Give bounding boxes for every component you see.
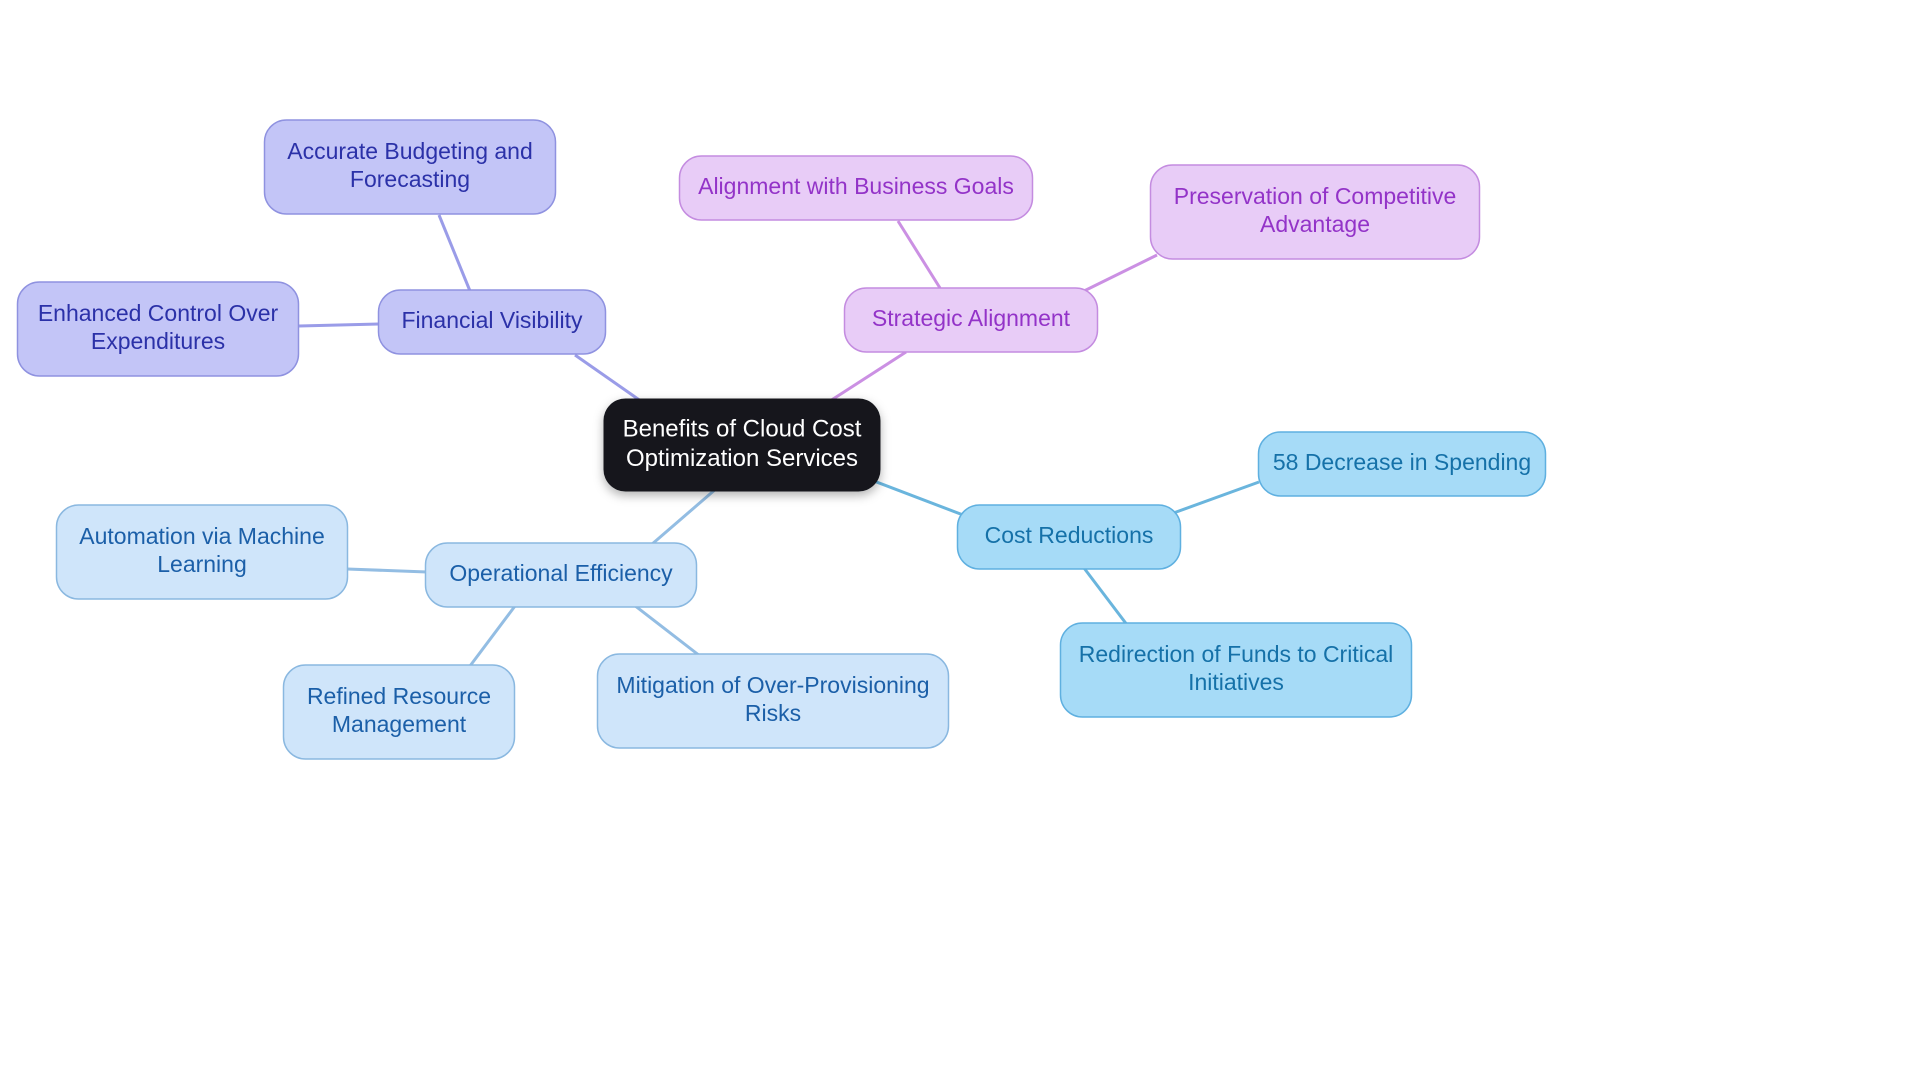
mindmap-node-root[interactable]: Benefits of Cloud CostOptimization Servi…: [603, 398, 881, 492]
mindmap-edge: [468, 605, 517, 667]
mindmap-node-operational-efficiency[interactable]: Operational Efficiency: [424, 542, 698, 608]
node-label-line: Redirection of Funds to Critical: [1079, 641, 1393, 667]
nodes-layer: Accurate Budgeting andForecasting Enhance…: [16, 119, 1547, 760]
node-label-line: Automation via Machine: [79, 523, 324, 549]
node-label-line: Enhanced Control Over: [38, 300, 279, 326]
mindmap-edge: [829, 350, 907, 403]
mindmap-node-mitigation-of-over-provisioning-risks[interactable]: Mitigation of Over-ProvisioningRisks: [596, 653, 950, 749]
mindmap-node-accurate-budgeting-and-forecasting[interactable]: Accurate Budgeting andForecasting: [263, 119, 557, 215]
node-label-line: Preservation of Competitive: [1174, 183, 1457, 209]
node-label-line: Benefits of Cloud Cost: [623, 416, 862, 443]
mindmap-node-alignment-with-business-goals[interactable]: Alignment with Business Goals: [678, 155, 1034, 221]
mindmap-edge: [865, 476, 972, 520]
mindmap-edge: [346, 567, 428, 574]
node-label-line: Operational Efficiency: [449, 560, 673, 586]
node-label-line: Management: [332, 711, 467, 737]
mindmap-node-financial-visibility[interactable]: Financial Visibility: [377, 289, 607, 355]
mindmap-edge: [896, 220, 942, 289]
node-label-line: Mitigation of Over-Provisioning: [616, 672, 929, 698]
mindmap-node-cost-reductions[interactable]: Cost Reductions: [956, 504, 1182, 570]
node-label-line: Alignment with Business Goals: [698, 173, 1014, 199]
mindmap-edge: [574, 353, 649, 408]
mindmap-node-refined-resource-management[interactable]: Refined ResourceManagement: [282, 664, 516, 760]
node-label-line: Advantage: [1260, 211, 1370, 237]
mindmap-edge: [437, 214, 472, 292]
node-label-line: Refined Resource: [307, 683, 491, 709]
node-label-line: Forecasting: [350, 166, 470, 192]
mindmap-node-redirection-of-funds-to-critical-initiatives[interactable]: Redirection of Funds to CriticalInitiati…: [1059, 622, 1413, 718]
node-label-line: Risks: [745, 700, 801, 726]
node-label-line: Optimization Services: [626, 445, 858, 472]
mindmap-edge: [1167, 480, 1260, 517]
mindmap-node-automation-via-machine-learning[interactable]: Automation via MachineLearning: [55, 504, 349, 600]
mindmap-edge: [1083, 253, 1158, 293]
mindmap-node-strategic-alignment[interactable]: Strategic Alignment: [843, 287, 1099, 353]
node-label-line: Cost Reductions: [985, 522, 1154, 548]
mindmap-edge: [650, 486, 718, 547]
node-label-line: Accurate Budgeting and: [287, 138, 533, 164]
mindmap-diagram: Accurate Budgeting and Forecasting Enhance…: [0, 0, 1920, 1083]
node-label-line: Expenditures: [91, 328, 225, 354]
node-label-line: Strategic Alignment: [872, 305, 1071, 331]
node-label-line: 58 Decrease in Spending: [1273, 449, 1531, 475]
node-label-line: Learning: [157, 551, 247, 577]
mindmap-canvas: Accurate Budgeting andForecasting Enhance…: [16, 119, 1547, 760]
mindmap-node-preservation-of-competitive-advantage[interactable]: Preservation of CompetitiveAdvantage: [1149, 164, 1481, 260]
node-label-line: Financial Visibility: [401, 307, 583, 333]
mindmap-node-enhanced-control-over-expenditures[interactable]: Enhanced Control OverExpenditures: [16, 281, 300, 377]
mindmap-node-58-decrease-in-spending[interactable]: 58 Decrease in Spending: [1257, 431, 1547, 497]
mindmap-edge: [298, 322, 380, 328]
mindmap-edge: [633, 603, 701, 658]
node-label-line: Initiatives: [1188, 669, 1284, 695]
